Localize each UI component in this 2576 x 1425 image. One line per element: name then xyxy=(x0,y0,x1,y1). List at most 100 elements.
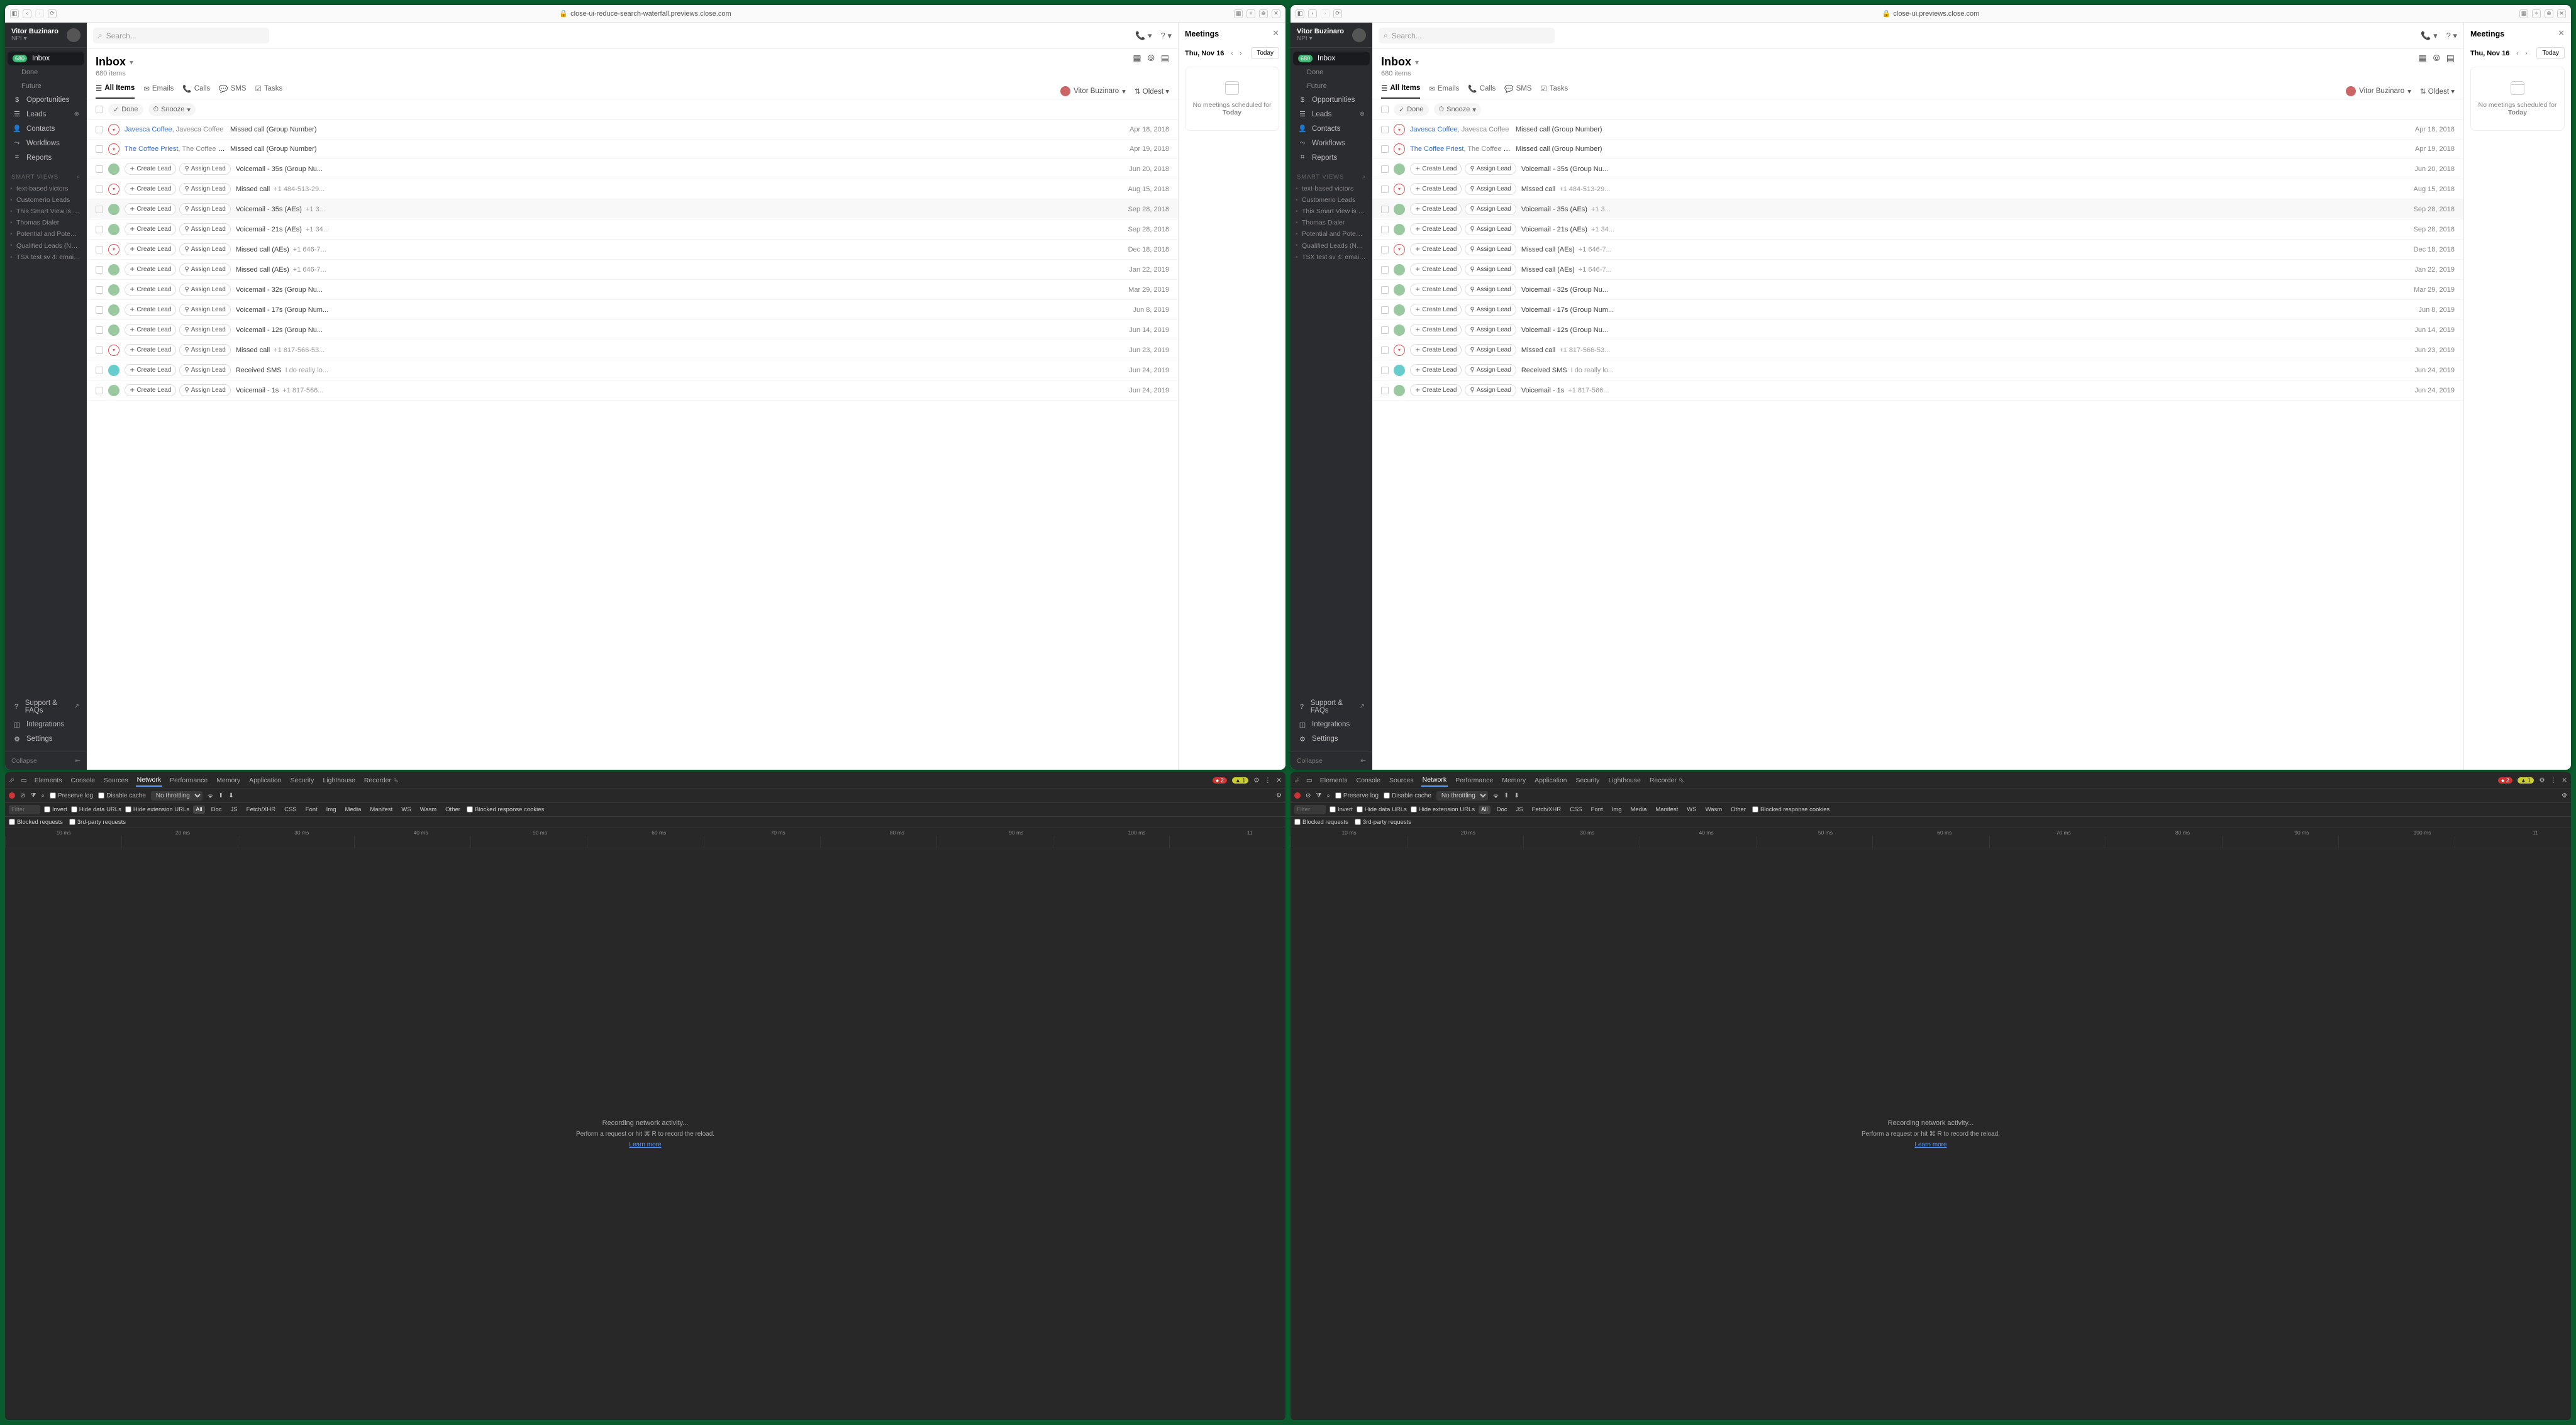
inbox-row[interactable]: +Create Lead ⚲Assign Lead Voicemail - 21… xyxy=(87,219,1178,240)
create-lead-button[interactable]: +Create Lead xyxy=(1410,203,1462,215)
create-lead-button[interactable]: +Create Lead xyxy=(125,324,176,336)
sb-bottom-1[interactable]: ◫ Integrations xyxy=(1293,718,1370,732)
inbox-row[interactable]: ▾ +Create Lead ⚲Assign Lead Missed call+… xyxy=(1372,340,2463,360)
assign-lead-button[interactable]: ⚲Assign Lead xyxy=(179,384,230,396)
inbox-row[interactable]: +Create Lead ⚲Assign Lead Voicemail - 35… xyxy=(87,159,1178,179)
dt-tab-sources[interactable]: Sources xyxy=(1388,775,1415,786)
row-checkbox[interactable] xyxy=(96,206,103,213)
sb-nav-1[interactable]: ☰ Leads ⊕ xyxy=(8,107,84,121)
tb-icon[interactable]: ▦ xyxy=(1234,9,1243,18)
dt-tab-application[interactable]: Application xyxy=(248,775,282,786)
create-lead-button[interactable]: +Create Lead xyxy=(1410,223,1462,235)
create-lead-button[interactable]: +Create Lead xyxy=(125,203,176,215)
filter-type[interactable]: CSS xyxy=(282,806,299,814)
sort-select[interactable]: ⇅ Oldest ▾ xyxy=(2420,87,2455,96)
assign-lead-button[interactable]: ⚲Assign Lead xyxy=(179,243,230,255)
row-checkbox[interactable] xyxy=(1381,186,1389,193)
collapse[interactable]: Collapse⇤ xyxy=(1291,751,1372,770)
prev-icon[interactable]: ‹ xyxy=(1231,49,1233,57)
filter-opt[interactable]: Hide extension URLs xyxy=(1411,806,1475,813)
create-lead-button[interactable]: +Create Lead xyxy=(125,183,176,195)
assign-lead-button[interactable]: ⚲Assign Lead xyxy=(1465,203,1516,215)
smart-view-0[interactable]: text-based victors xyxy=(5,183,87,194)
inbox-row[interactable]: ▾ +Create Lead ⚲Assign Lead Missed call+… xyxy=(87,340,1178,360)
row-checkbox[interactable] xyxy=(1381,306,1389,314)
gear-icon[interactable]: ⚙ xyxy=(1276,792,1282,799)
tab-3[interactable]: 💬SMS xyxy=(219,84,246,99)
filter-type[interactable]: Doc xyxy=(209,806,225,814)
phone-icon[interactable]: 📞 ▾ xyxy=(1135,31,1152,41)
assign-lead-button[interactable]: ⚲Assign Lead xyxy=(1465,384,1516,396)
dt-tab-recorder[interactable]: Recorder ⬁ xyxy=(1648,775,1685,786)
dt-tab-performance[interactable]: Performance xyxy=(169,775,209,786)
sb-nav-3[interactable]: ⤳ Workflows xyxy=(8,136,84,150)
row-checkbox[interactable] xyxy=(96,306,103,314)
create-lead-button[interactable]: +Create Lead xyxy=(1410,364,1462,376)
row-checkbox[interactable] xyxy=(1381,326,1389,334)
inbox-row[interactable]: ▾ +Create Lead ⚲Assign Lead Missed call+… xyxy=(87,179,1178,199)
inbox-row[interactable]: +Create Lead ⚲Assign Lead Voicemail - 32… xyxy=(1372,280,2463,300)
assign-lead-button[interactable]: ⚲Assign Lead xyxy=(1465,344,1516,356)
cal-icon[interactable]: ▤ xyxy=(1161,53,1169,64)
sort-select[interactable]: ⇅ Oldest ▾ xyxy=(1135,87,1169,96)
dt-tab-memory[interactable]: Memory xyxy=(1501,775,1527,786)
create-lead-button[interactable]: +Create Lead xyxy=(125,284,176,296)
device-icon[interactable]: ▭ xyxy=(1306,777,1313,784)
done-button[interactable]: ✓Done xyxy=(108,104,143,116)
blocked-opt[interactable]: 3rd-party requests xyxy=(69,819,126,826)
dt-tab-console[interactable]: Console xyxy=(1355,775,1382,786)
filter-opt[interactable]: Hide data URLs xyxy=(71,806,121,813)
assign-lead-button[interactable]: ⚲Assign Lead xyxy=(1465,364,1516,376)
snooze-button[interactable]: ⏱Snooze ▾ xyxy=(148,103,196,116)
gear-icon[interactable]: ⚙ xyxy=(2539,777,2545,784)
create-lead-button[interactable]: +Create Lead xyxy=(125,223,176,235)
inbox-row[interactable]: +Create Lead ⚲Assign Lead Missed call (A… xyxy=(1372,260,2463,280)
avatar[interactable] xyxy=(1352,28,1366,42)
row-lead[interactable]: The Coffee Priest, The Coffee Priest xyxy=(1410,145,1511,153)
search-icon[interactable]: ⌕ xyxy=(77,174,80,180)
row-checkbox[interactable] xyxy=(1381,145,1389,153)
phone-icon[interactable]: 📞 ▾ xyxy=(2421,31,2437,41)
inbox-row[interactable]: +Create Lead ⚲Assign Lead Voicemail - 17… xyxy=(87,300,1178,320)
filter-icon[interactable]: ⧩ xyxy=(30,792,36,799)
row-checkbox[interactable] xyxy=(1381,367,1389,374)
create-lead-button[interactable]: +Create Lead xyxy=(125,243,176,255)
blocked-opt[interactable]: Blocked requests xyxy=(1294,819,1348,826)
inbox-row[interactable]: +Create Lead ⚲Assign Lead Received SMSI … xyxy=(1372,360,2463,380)
assign-lead-button[interactable]: ⚲Assign Lead xyxy=(179,203,230,215)
row-lead[interactable]: The Coffee Priest, The Coffee Priest xyxy=(125,145,225,153)
gear-icon[interactable]: ⚙ xyxy=(1253,777,1259,784)
create-lead-button[interactable]: +Create Lead xyxy=(1410,163,1462,175)
row-checkbox[interactable] xyxy=(96,145,103,153)
inbox-row[interactable]: +Create Lead ⚲Assign Lead Voicemail - 1s… xyxy=(87,380,1178,401)
sb-nav-0[interactable]: $ Opportunities xyxy=(1293,93,1370,107)
record-icon[interactable] xyxy=(1294,792,1301,799)
filter-type[interactable]: Other xyxy=(443,806,463,814)
done-button[interactable]: ✓Done xyxy=(1394,104,1429,116)
inbox-row[interactable]: ▾ +Create Lead ⚲Assign Lead Missed call … xyxy=(1372,240,2463,260)
filter-type[interactable]: Manifest xyxy=(1653,806,1680,814)
select-all-checkbox[interactable] xyxy=(96,106,103,113)
sb-nav-2[interactable]: 👤 Contacts xyxy=(8,121,84,136)
sb-nav-4[interactable]: ⌗ Reports xyxy=(1293,150,1370,165)
row-checkbox[interactable] xyxy=(96,266,103,274)
inbox-row[interactable]: +Create Lead ⚲Assign Lead Voicemail - 35… xyxy=(87,199,1178,219)
close-icon[interactable]: ✕ xyxy=(1272,9,1280,18)
search-icon[interactable]: ⌕ xyxy=(1326,792,1330,799)
sb-done[interactable]: Done xyxy=(8,65,84,79)
inbox-row[interactable]: +Create Lead ⚲Assign Lead Voicemail - 32… xyxy=(87,280,1178,300)
dt-tab-application[interactable]: Application xyxy=(1533,775,1568,786)
close-icon[interactable]: ✕ xyxy=(1272,29,1279,38)
smart-view-3[interactable]: Thomas Dialer xyxy=(1291,217,1372,228)
today-button[interactable]: Today xyxy=(1251,47,1279,59)
inbox-row[interactable]: +Create Lead ⚲Assign Lead Voicemail - 12… xyxy=(87,320,1178,340)
create-lead-button[interactable]: +Create Lead xyxy=(125,384,176,396)
assign-lead-button[interactable]: ⚲Assign Lead xyxy=(1465,324,1516,336)
filter-opt[interactable]: Invert xyxy=(44,806,67,813)
prev-icon[interactable]: ‹ xyxy=(2516,49,2519,57)
upload-icon[interactable]: ⬆ xyxy=(218,792,223,799)
row-checkbox[interactable] xyxy=(96,126,103,133)
dt-tab-lighthouse[interactable]: Lighthouse xyxy=(1607,775,1641,786)
disable-cache[interactable]: Disable cache xyxy=(98,792,146,799)
create-lead-button[interactable]: +Create Lead xyxy=(1410,243,1462,255)
